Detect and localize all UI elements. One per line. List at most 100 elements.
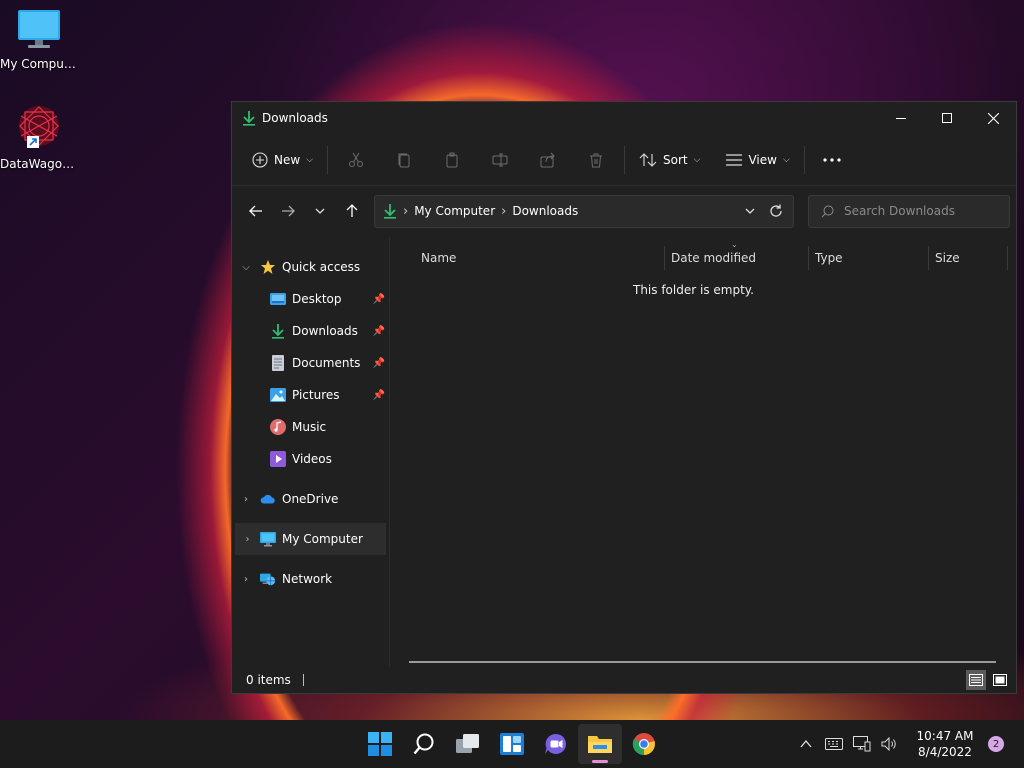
maximize-button[interactable] xyxy=(924,102,970,134)
more-options-button[interactable] xyxy=(809,142,855,178)
chevron-right-icon[interactable]: › xyxy=(235,534,260,545)
delete-button[interactable] xyxy=(572,142,620,178)
sort-button[interactable]: Sort ⌵ xyxy=(629,142,710,178)
volume-icon xyxy=(881,737,896,751)
desktop-icon-datawagon[interactable]: DataWagon... xyxy=(0,104,78,171)
search-box[interactable] xyxy=(808,194,1010,228)
sidebar-item-downloads[interactable]: Downloads 📌 xyxy=(232,315,389,347)
tiles-view-icon xyxy=(993,674,1007,686)
recent-locations-button[interactable] xyxy=(304,195,336,227)
back-button[interactable] xyxy=(240,195,272,227)
videos-icon xyxy=(270,451,286,467)
title-bar[interactable]: Downloads xyxy=(232,102,1016,134)
network-status-icon xyxy=(853,736,871,752)
sidebar-item-network[interactable]: › Network xyxy=(232,563,389,595)
rename-button[interactable] xyxy=(476,142,524,178)
item-count: 0 items xyxy=(246,673,291,687)
pin-icon[interactable]: 📌 xyxy=(373,326,385,337)
pin-icon[interactable]: 📌 xyxy=(373,390,385,401)
pin-icon[interactable]: 📌 xyxy=(373,294,385,305)
chrome-button[interactable] xyxy=(622,724,666,764)
arrow-right-icon xyxy=(282,205,295,217)
taskbar-search-button[interactable] xyxy=(402,724,446,764)
close-icon xyxy=(987,112,999,124)
status-bar: 0 items xyxy=(232,667,1016,693)
sidebar-item-my-computer[interactable]: › My Computer xyxy=(235,523,386,555)
close-button[interactable] xyxy=(970,102,1016,134)
sidebar-item-onedrive[interactable]: › OneDrive xyxy=(232,483,389,515)
column-header-name[interactable]: Name xyxy=(391,246,664,270)
sidebar-item-documents[interactable]: Documents 📌 xyxy=(232,347,389,379)
column-headers: Name ⌄ Date modified Type Size xyxy=(391,237,1016,273)
refresh-icon[interactable] xyxy=(769,204,783,218)
navigation-pane: ⌵ Quick access Desktop 📌 Downloads 📌 Doc… xyxy=(232,237,390,667)
chevron-right-icon[interactable]: › xyxy=(232,574,260,585)
column-header-size[interactable]: Size xyxy=(928,246,1008,270)
minimize-button[interactable] xyxy=(878,102,924,134)
divider xyxy=(803,145,805,174)
paste-button[interactable] xyxy=(428,142,476,178)
sidebar-item-pictures[interactable]: Pictures 📌 xyxy=(232,379,389,411)
sort-label: Sort xyxy=(663,152,688,167)
cut-button[interactable] xyxy=(332,142,380,178)
breadcrumb-my-computer[interactable]: My Computer xyxy=(414,204,495,218)
download-icon xyxy=(270,323,286,339)
share-button[interactable] xyxy=(524,142,572,178)
sidebar-item-videos[interactable]: Videos xyxy=(232,443,389,475)
search-icon xyxy=(821,205,834,217)
up-button[interactable] xyxy=(336,195,368,227)
keyboard-icon xyxy=(825,738,843,750)
divider xyxy=(624,145,626,174)
horizontal-scrollbar[interactable] xyxy=(409,661,996,663)
sidebar-item-quick-access[interactable]: ⌵ Quick access xyxy=(232,251,389,283)
chevron-down-icon[interactable] xyxy=(745,208,755,214)
column-header-label: Type xyxy=(815,251,843,265)
network-status-button[interactable] xyxy=(848,736,876,752)
search-input[interactable] xyxy=(844,204,994,218)
sidebar-item-desktop[interactable]: Desktop 📌 xyxy=(232,283,389,315)
column-header-type[interactable]: Type xyxy=(808,246,928,270)
show-hidden-icons-button[interactable] xyxy=(792,740,820,748)
start-button[interactable] xyxy=(358,724,402,764)
sidebar-item-music[interactable]: Music xyxy=(232,411,389,443)
breadcrumb-separator-icon: › xyxy=(501,203,507,219)
clock[interactable]: 10:47 AM 8/4/2022 xyxy=(912,728,978,760)
details-view-button[interactable] xyxy=(966,670,986,690)
chat-button[interactable] xyxy=(534,724,578,764)
new-button[interactable]: New ⌵ xyxy=(242,142,323,178)
chrome-icon xyxy=(632,733,655,756)
plus-circle-icon xyxy=(252,151,268,168)
notification-badge[interactable]: 2 xyxy=(988,736,1004,752)
start-icon xyxy=(368,732,392,756)
forward-button[interactable] xyxy=(272,195,304,227)
copy-button[interactable] xyxy=(380,142,428,178)
chevron-right-icon[interactable]: › xyxy=(232,494,260,505)
sidebar-item-label: Network xyxy=(282,572,333,586)
column-header-date-modified[interactable]: ⌄ Date modified xyxy=(664,240,808,270)
file-explorer-button[interactable] xyxy=(578,724,622,764)
address-bar[interactable]: › My Computer › Downloads xyxy=(374,194,794,228)
chevron-down-icon: ⌵ xyxy=(306,154,314,165)
details-view-icon xyxy=(969,674,983,686)
task-view-button[interactable] xyxy=(446,724,490,764)
arrow-left-icon xyxy=(249,205,262,217)
arrow-up-icon xyxy=(346,204,358,217)
keyboard-button[interactable] xyxy=(820,738,848,750)
widgets-button[interactable] xyxy=(490,724,534,764)
network-icon xyxy=(260,571,276,587)
view-button[interactable]: View ⌵ xyxy=(716,142,799,178)
pin-icon[interactable]: 📌 xyxy=(373,358,385,369)
share-icon xyxy=(540,152,555,167)
widgets-icon xyxy=(500,733,524,755)
tiles-view-button[interactable] xyxy=(990,670,1010,690)
sidebar-item-label: Videos xyxy=(292,452,332,466)
sidebar-item-label: Pictures xyxy=(292,388,340,402)
clock-date: 8/4/2022 xyxy=(918,745,972,759)
chat-icon xyxy=(545,733,566,754)
chevron-down-icon: ⌵ xyxy=(782,154,790,165)
file-list: Name ⌄ Date modified Type Size This fold… xyxy=(391,237,1016,667)
desktop-icon-my-computer[interactable]: My Computer xyxy=(0,8,78,71)
breadcrumb-downloads[interactable]: Downloads xyxy=(512,204,578,218)
volume-button[interactable] xyxy=(876,737,904,751)
chevron-down-icon[interactable]: ⌵ xyxy=(232,262,260,273)
